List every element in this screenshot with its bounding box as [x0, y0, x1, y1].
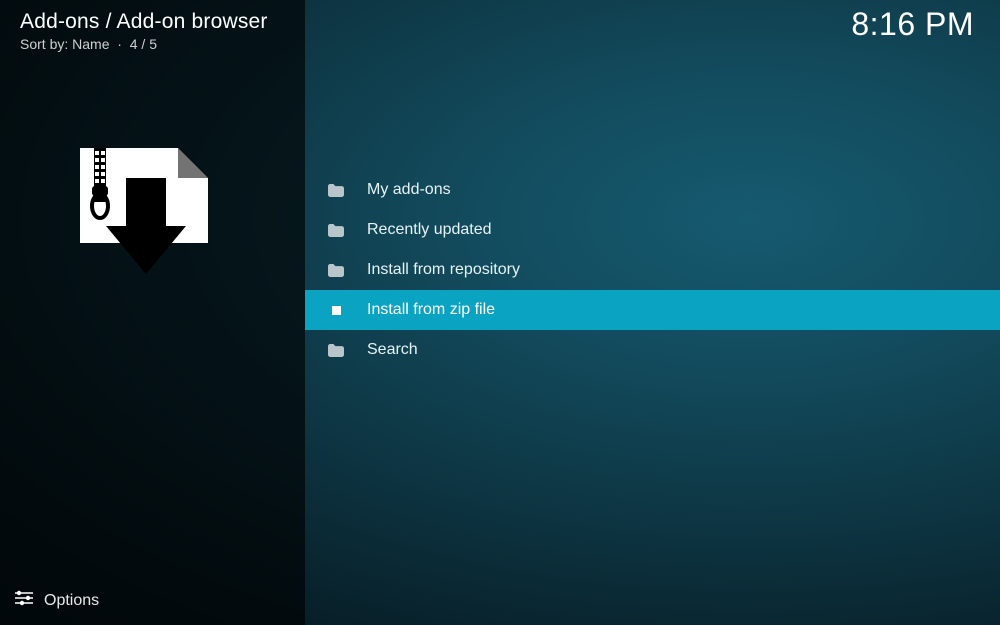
- sort-info: Sort by: Name · 4 / 5: [20, 36, 285, 52]
- sort-value: Name: [72, 36, 109, 52]
- menu-item-label: Install from repository: [367, 261, 520, 279]
- menu-item-recently-updated[interactable]: Recently updated: [305, 210, 1000, 250]
- folder-icon: [327, 184, 345, 197]
- zip-file-icon: [327, 306, 345, 315]
- menu-item-install-from-repository[interactable]: Install from repository: [305, 250, 1000, 290]
- options-button[interactable]: Options: [0, 578, 305, 625]
- menu-list: My add-ons Recently updated Install from r…: [305, 170, 1000, 370]
- folder-icon: [327, 224, 345, 237]
- sidebar-art: [0, 58, 305, 283]
- header: Add-ons / Add-on browser Sort by: Name ·…: [0, 0, 305, 58]
- sidebar: Add-ons / Add-on browser Sort by: Name ·…: [0, 0, 305, 625]
- menu-item-install-from-zip-file[interactable]: Install from zip file: [305, 290, 1000, 330]
- menu-item-my-add-ons[interactable]: My add-ons: [305, 170, 1000, 210]
- menu-item-label: Search: [367, 341, 418, 359]
- menu-item-search[interactable]: Search: [305, 330, 1000, 370]
- menu-item-label: Install from zip file: [367, 301, 495, 319]
- zip-download-icon: [70, 265, 210, 282]
- sort-label: Sort by:: [20, 36, 68, 52]
- position-indicator: 4 / 5: [130, 36, 157, 52]
- menu-item-label: My add-ons: [367, 181, 451, 199]
- breadcrumb: Add-ons / Add-on browser: [20, 10, 285, 34]
- folder-icon: [327, 264, 345, 277]
- menu-item-label: Recently updated: [367, 221, 492, 239]
- sliders-icon: [14, 590, 34, 611]
- options-label: Options: [44, 592, 99, 610]
- clock: 8:16 PM: [851, 6, 974, 43]
- folder-icon: [327, 344, 345, 357]
